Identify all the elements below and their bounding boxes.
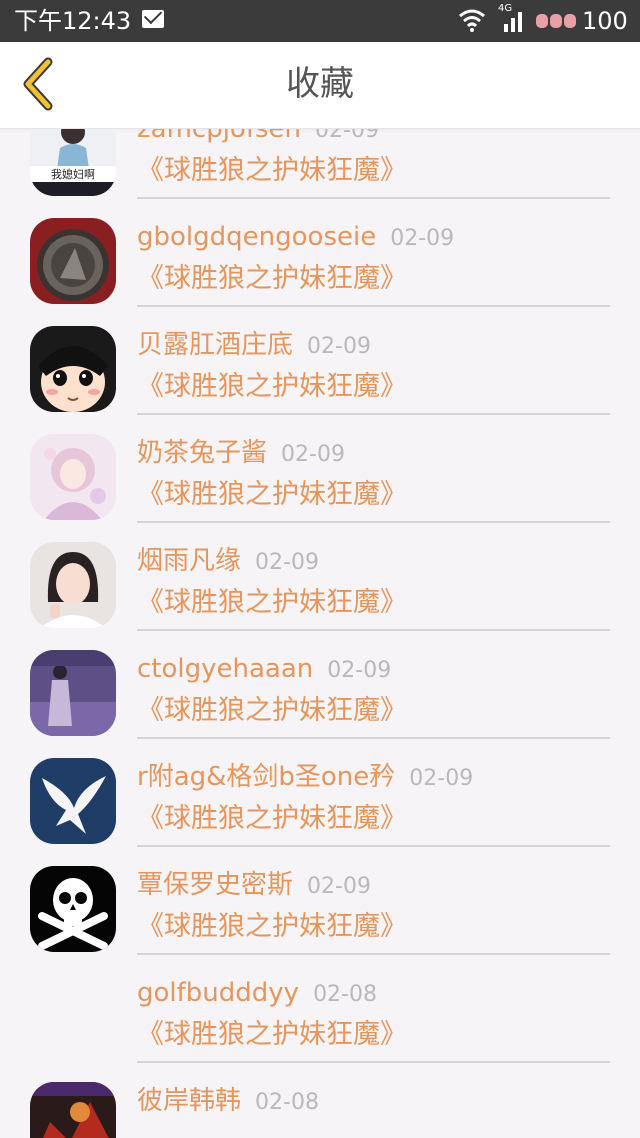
list-item[interactable]: gbolgdqengooseie 02-09 《球胜狼之护妹狂魔》 [0, 205, 640, 313]
list-item[interactable]: ctolgyehaaan 02-09 《球胜狼之护妹狂魔》 [0, 637, 640, 745]
wifi-icon [459, 9, 485, 32]
list-item[interactable]: 烟雨凡缘 02-09 《球胜狼之护妹狂魔》 [0, 529, 640, 637]
work-title[interactable]: 《球胜狼之护妹狂魔》 [137, 803, 407, 835]
work-title[interactable]: 《球胜狼之护妹狂魔》 [137, 1019, 407, 1051]
username: gbolgdqengooseie [137, 222, 377, 252]
avatar[interactable] [30, 650, 116, 736]
divider [137, 197, 610, 199]
avatar[interactable]: 我媳妇啊 [30, 129, 116, 196]
username: zamcpjofsen [137, 129, 302, 144]
avatar[interactable] [30, 866, 116, 952]
list-item[interactable]: golfbudddyy 02-08 《球胜狼之护妹狂魔》 [0, 961, 640, 1069]
favorite-date: 02-09 [281, 442, 345, 467]
divider [137, 1061, 610, 1063]
list-item[interactable]: 奶茶兔子酱 02-09 《球胜狼之护妹狂魔》 [0, 421, 640, 529]
list-item[interactable]: 我媳妇啊 zamcpjofsen 02-09 《球胜狼之护妹狂魔》 [0, 129, 640, 205]
work-title[interactable]: 《球胜狼之护妹狂魔》 [137, 911, 407, 943]
username: 奶茶兔子酱 [137, 438, 268, 468]
work-title[interactable]: 《球胜狼之护妹狂魔》 [137, 263, 407, 295]
username: r附ag&格剑b圣one矜 [137, 762, 396, 792]
avatar[interactable] [30, 1082, 116, 1138]
divider [137, 737, 610, 739]
favorite-date: 02-09 [390, 226, 455, 251]
notification-dots-icon [536, 13, 578, 32]
avatar[interactable] [30, 758, 116, 844]
username: 贝露肛酒庄底 [137, 330, 294, 360]
divider [137, 629, 610, 631]
divider [137, 305, 610, 307]
avatar[interactable] [30, 542, 116, 628]
list-item[interactable]: r附ag&格剑b圣one矜 02-09 《球胜狼之护妹狂魔》 [0, 745, 640, 853]
favorite-date: 02-09 [255, 550, 319, 575]
page-title: 收藏 [286, 64, 354, 104]
favorite-date: 02-09 [315, 129, 379, 143]
username: ctolgyehaaan [137, 654, 314, 684]
username: 彼岸韩韩 [137, 1086, 242, 1116]
header-bar: 收藏 [0, 42, 640, 129]
list-item[interactable]: 贝露肛酒庄底 02-09 《球胜狼之护妹狂魔》 [0, 313, 640, 421]
work-title[interactable]: 《球胜狼之护妹狂魔》 [137, 587, 407, 619]
username: 烟雨凡缘 [137, 546, 242, 576]
list-item[interactable]: 彼岸韩韩 02-08 [0, 1069, 640, 1138]
work-title[interactable]: 《球胜狼之护妹狂魔》 [137, 371, 407, 403]
avatar-caption: 我媳妇啊 [51, 167, 95, 181]
avatar[interactable] [30, 218, 116, 304]
work-title[interactable]: 《球胜狼之护妹狂魔》 [137, 155, 407, 187]
work-title[interactable]: 《球胜狼之护妹狂魔》 [137, 695, 407, 727]
favorite-date: 02-09 [409, 766, 474, 791]
favorite-date: 02-09 [327, 658, 392, 683]
divider [137, 413, 610, 415]
status-time: 下午12:43 [14, 7, 132, 35]
avatar[interactable] [30, 434, 116, 520]
battery-level: 100 [582, 7, 628, 35]
signal-icon [504, 12, 522, 32]
divider [137, 521, 610, 523]
divider [137, 845, 610, 847]
status-bar: 下午12:43 4G 100 [0, 0, 640, 42]
avatar[interactable] [30, 326, 116, 412]
username: golfbudddyy [137, 978, 300, 1008]
favorite-date: 02-09 [307, 334, 371, 359]
favorite-date: 02-09 [307, 874, 371, 899]
list-item[interactable]: 覃保罗史密斯 02-09 《球胜狼之护妹狂魔》 [0, 853, 640, 961]
work-title[interactable]: 《球胜狼之护妹狂魔》 [137, 479, 407, 511]
favorite-date: 02-08 [255, 1090, 319, 1115]
username: 覃保罗史密斯 [137, 870, 294, 900]
mail-icon [142, 10, 164, 28]
favorites-list: 我媳妇啊 zamcpjofsen 02-09 《球胜狼之护妹狂魔》 gbolgdq… [0, 129, 640, 1138]
divider [137, 953, 610, 955]
favorite-date: 02-08 [313, 982, 377, 1007]
